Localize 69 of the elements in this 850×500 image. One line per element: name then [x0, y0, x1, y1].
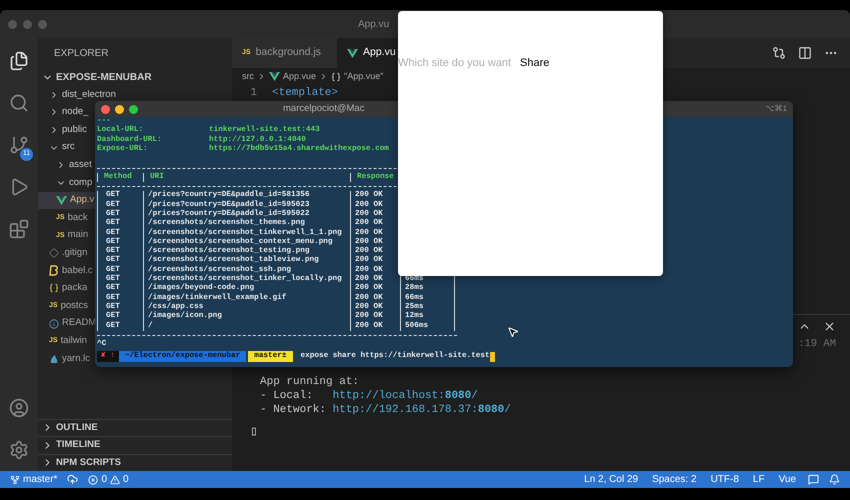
braces-file-icon	[49, 283, 59, 294]
terminal-link[interactable]: http://localhost:8080/	[332, 388, 478, 403]
babel-file-icon	[49, 265, 59, 276]
text-cursor	[490, 352, 495, 362]
compare-changes-icon[interactable]	[772, 46, 786, 60]
search-icon[interactable]	[9, 93, 29, 113]
vue-file-icon	[269, 72, 280, 81]
explorer-item[interactable]: .gitign	[38, 244, 88, 262]
close-icon[interactable]	[823, 320, 836, 332]
vue-file-icon	[56, 196, 67, 205]
warning-icon	[110, 474, 120, 484]
problems-status[interactable]: 0 0	[88, 472, 129, 487]
branch-icon	[10, 474, 20, 484]
breadcrumb-item[interactable]: App.vue	[283, 70, 316, 84]
explorer-item[interactable]: yarn.lc	[38, 350, 91, 368]
status-item[interactable]: LF	[752, 472, 765, 487]
account-icon[interactable]	[9, 398, 29, 418]
terminal-output-line: - Network:	[260, 402, 328, 417]
share-button[interactable]: Share	[520, 55, 550, 72]
status-item[interactable]: UTF-8	[710, 472, 739, 487]
settings-icon[interactable]	[9, 440, 29, 460]
explorer-item[interactable]: public	[38, 121, 88, 139]
close-window-icon[interactable]	[101, 104, 110, 114]
status-item[interactable]: Vue	[778, 472, 796, 487]
vue-file-icon	[347, 48, 358, 58]
split-editor-icon[interactable]	[798, 46, 812, 60]
git-file-icon	[49, 248, 59, 258]
source-control-icon[interactable]	[9, 135, 29, 155]
explorer-item[interactable]: babel.c	[38, 262, 94, 280]
files-icon[interactable]	[9, 51, 29, 71]
explorer-item[interactable]: asset	[38, 156, 93, 174]
notifications-icon[interactable]	[829, 474, 840, 485]
yarn-file-icon	[49, 354, 59, 364]
project-header[interactable]: EXPOSE-MENUBAR	[38, 68, 232, 86]
status-item[interactable]: Spaces: 2	[652, 472, 697, 487]
explorer-item[interactable]: src	[38, 138, 76, 156]
terminal-output-line: - Local:	[260, 388, 314, 403]
braces-icon	[331, 72, 342, 82]
explorer-item[interactable]: App.v	[38, 192, 96, 210]
sidebar-section-header[interactable]: OUTLINE	[38, 418, 232, 436]
line-number: 1	[249, 86, 258, 101]
terminal-cursor: ▯	[250, 424, 258, 439]
info-file-icon	[49, 318, 59, 329]
terminal-link[interactable]: http://192.168.178.37:8080/	[332, 402, 511, 417]
explorer-title: EXPLORER	[54, 46, 108, 60]
terminal-time: :19 AM	[798, 337, 836, 352]
explorer-item[interactable]: node_	[38, 104, 90, 122]
terminal-title: marcelpociot@Mac	[283, 102, 364, 116]
explorer-item[interactable]: dist_electron	[38, 86, 117, 104]
breadcrumb-chevron-icon	[257, 72, 266, 81]
error-icon	[88, 474, 98, 484]
explorer-item[interactable]: comp	[38, 174, 94, 192]
explorer-item[interactable]: packa	[38, 280, 88, 298]
sync-icon[interactable]	[67, 474, 78, 485]
branch-status[interactable]: master*	[10, 472, 58, 487]
breadcrumb-item[interactable]: "App.vue"	[344, 70, 384, 84]
explorer-item[interactable]: READM	[38, 314, 98, 332]
window-title: App.vu	[358, 18, 390, 32]
shortcut-label: ⌥⌘1	[766, 103, 787, 115]
zoom-window-icon[interactable]	[129, 104, 138, 114]
status-item[interactable]: Ln 2, Col 29	[584, 472, 638, 487]
breadcrumb-item[interactable]: src	[242, 70, 254, 84]
minimize-window-icon[interactable]	[115, 104, 124, 114]
code-line: <template>	[272, 86, 338, 101]
sidebar-section-header[interactable]: TIMELINE	[38, 436, 232, 454]
feedback-icon[interactable]	[808, 474, 819, 485]
mouse-pointer-icon	[507, 326, 519, 338]
extensions-icon[interactable]	[9, 219, 29, 239]
terminal-output-line: App running at:	[260, 374, 360, 389]
